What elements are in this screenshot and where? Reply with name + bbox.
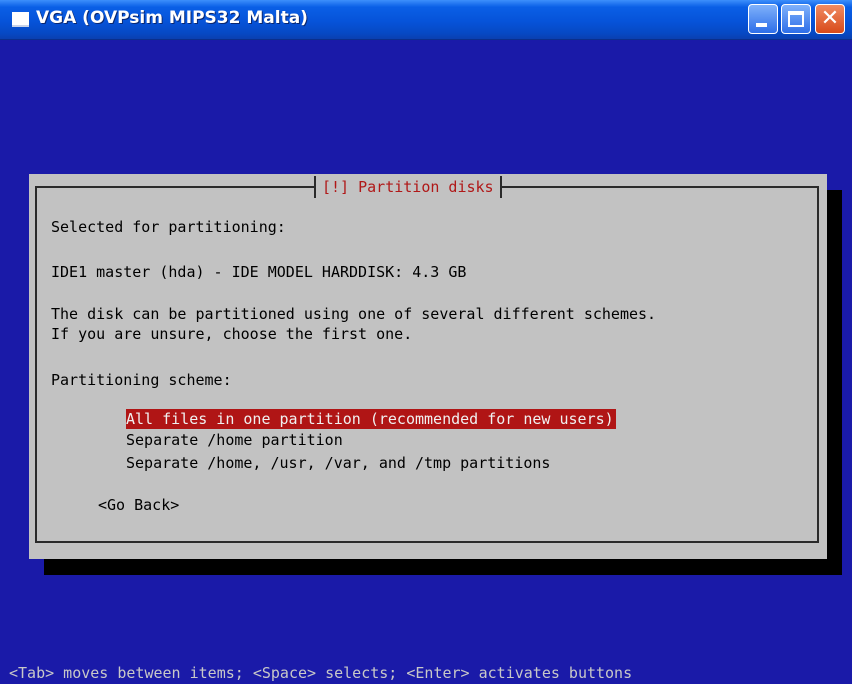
option-all-files-one-partition[interactable]: All files in one partition (recommended …	[126, 409, 616, 429]
partition-dialog: [!] Partition disks Selected for partiti…	[29, 174, 827, 559]
close-icon: ✕	[820, 6, 840, 31]
dialog-title: [!] Partition disks	[314, 176, 502, 198]
window-icon	[12, 12, 29, 27]
description-line-2: If you are unsure, choose the first one.	[51, 325, 413, 343]
maximize-button[interactable]	[781, 4, 811, 34]
maximize-icon	[788, 11, 804, 27]
minimize-button[interactable]	[748, 4, 778, 34]
option-separate-home[interactable]: Separate /home partition	[126, 430, 343, 450]
option-separate-home-usr-var-tmp[interactable]: Separate /home, /usr, /var, and /tmp par…	[126, 453, 550, 473]
scheme-label: Partitioning scheme:	[51, 371, 232, 389]
minimize-icon	[756, 23, 767, 27]
window-title-bar[interactable]: VGA (OVPsim MIPS32 Malta) ✕	[0, 0, 852, 40]
window-title: VGA (OVPsim MIPS32 Malta)	[36, 8, 308, 28]
selected-label: Selected for partitioning:	[51, 218, 286, 236]
disk-info: IDE1 master (hda) - IDE MODEL HARDDISK: …	[51, 263, 467, 281]
go-back-button[interactable]: <Go Back>	[98, 495, 179, 515]
dialog-frame	[35, 186, 819, 543]
close-button[interactable]: ✕	[815, 4, 845, 34]
status-bar-help: <Tab> moves between items; <Space> selec…	[9, 664, 633, 682]
description-line-1: The disk can be partitioned using one of…	[51, 305, 657, 323]
